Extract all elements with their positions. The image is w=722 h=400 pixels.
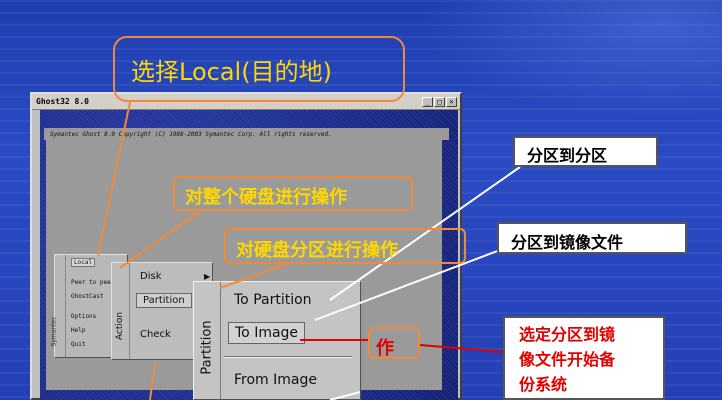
menu-item-disk[interactable]: Disk [140, 271, 161, 282]
menu-item-ghostcast[interactable]: GhostCast [71, 293, 104, 300]
menu-divider [224, 356, 352, 358]
menu-item-check[interactable]: Check [140, 329, 171, 340]
menu-item-partition[interactable]: Partition [136, 293, 192, 308]
menu-item-local[interactable]: Local [71, 258, 96, 267]
close-button[interactable]: × [446, 96, 457, 107]
note-backup-line1: 选定分区到镜 [519, 325, 616, 344]
minimize-button[interactable]: _ [422, 96, 433, 107]
menu-item-to-image[interactable]: To Image [228, 322, 306, 344]
label-partition-to-image: 分区到镜像文件 [497, 222, 687, 254]
action-menu-sidebar: Action [112, 263, 130, 359]
main-menu-sidebar: Symantec [51, 255, 66, 357]
menu-item-help[interactable]: Help [71, 327, 85, 334]
callout-select-local: 选择Local(目的地) [113, 36, 405, 102]
partition-menu: Partition To Partition To Image From Ima… [193, 281, 361, 400]
main-menu-side-label: Symantec [50, 316, 58, 347]
menu-item-peer[interactable]: Peer to peer [71, 279, 114, 286]
note-backup: 选定分区到镜 像文件开始备 份系统 [503, 316, 665, 400]
callout-partition: 对硬盘分区进行操作 [224, 228, 466, 264]
partition-menu-sidebar: Partition [194, 282, 221, 399]
window-title: Ghost32 8.0 [36, 97, 89, 106]
submenu-arrow-icon: ▶ [204, 272, 211, 281]
maximize-button[interactable]: □ [434, 96, 445, 107]
menu-item-quit[interactable]: Quit [71, 341, 85, 348]
copyright-bar: Symantec Ghost 8.0 Copyright (C) 1998-20… [44, 128, 449, 140]
menu-item-options[interactable]: Options [71, 313, 96, 320]
callout-whole-disk: 对整个硬盘进行操作 [173, 176, 413, 211]
menu-item-from-image[interactable]: From Image [234, 372, 317, 388]
action-menu-side-label: Action [115, 311, 126, 341]
background-glow [422, 0, 722, 120]
menu-item-to-partition[interactable]: To Partition [234, 292, 312, 308]
window-controls: _ □ × [422, 96, 457, 107]
note-backup-line3: 份系统 [519, 375, 568, 394]
note-backup-line2: 像文件开始备 [519, 350, 616, 369]
label-partition-to-partition: 分区到分区 [513, 136, 658, 167]
callout-partition-stub: 作 [368, 327, 420, 359]
partition-menu-side-label: Partition [199, 320, 215, 375]
